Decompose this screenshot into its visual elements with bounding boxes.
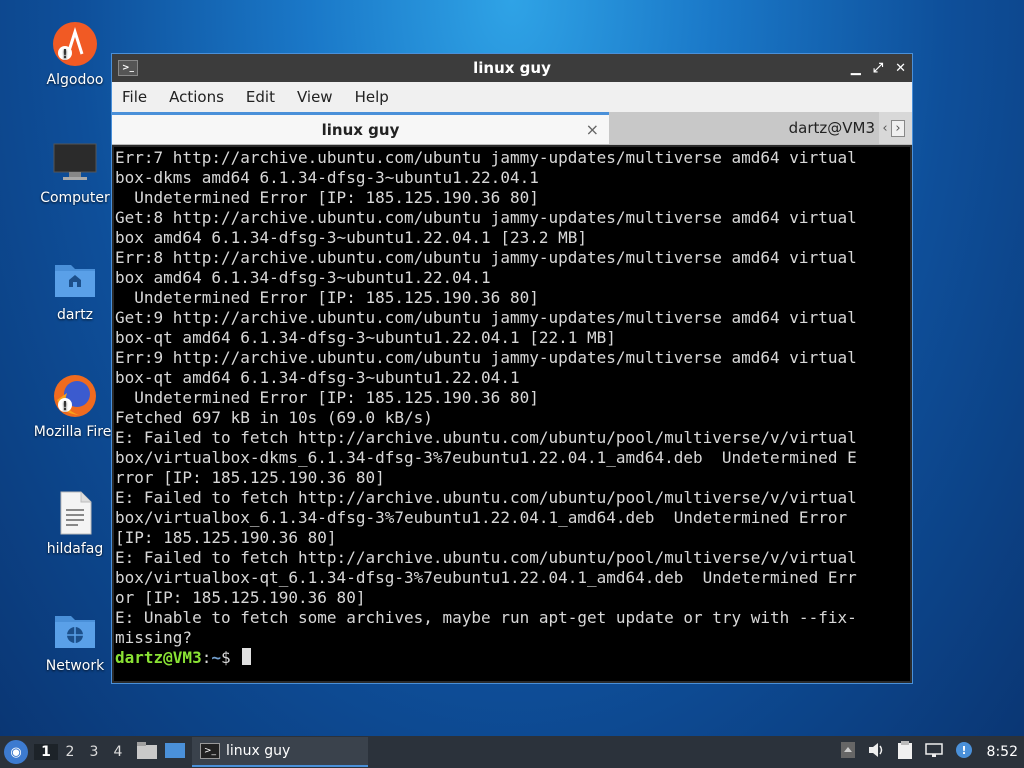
- terminal-line: missing?: [115, 628, 193, 647]
- terminal-line: box amd64 6.1.34-dfsg-3~ubuntu1.22.04.1 …: [115, 228, 588, 247]
- desktop-icon-label: Mozilla Firef: [33, 424, 117, 440]
- terminal-line: box/virtualbox-qt_6.1.34-dfsg-3%7eubuntu…: [115, 568, 857, 587]
- menu-edit[interactable]: Edit: [246, 88, 275, 106]
- terminal-prompt-line: dartz@VM3:~$: [115, 648, 910, 668]
- desktop-icon-label: dartz: [56, 307, 94, 323]
- tab-scroll-left-icon[interactable]: ‹: [879, 121, 891, 136]
- svg-text:!: !: [62, 399, 67, 413]
- menu-help[interactable]: Help: [355, 88, 389, 106]
- document-icon: [51, 489, 99, 537]
- menu-view[interactable]: View: [297, 88, 333, 106]
- file-manager-icon[interactable]: [136, 740, 158, 764]
- clock[interactable]: 8:52: [987, 744, 1018, 760]
- terminal-text: Err:7 http://archive.ubuntu.com/ubuntu j…: [115, 148, 910, 648]
- firefox-icon: !: [51, 372, 99, 420]
- desktop-icon-label: Algodoo: [46, 72, 104, 88]
- tab-scroll-right-icon[interactable]: ›: [891, 119, 905, 137]
- show-desktop-icon[interactable]: [164, 740, 186, 764]
- desktop-icon-label: Computer: [40, 190, 110, 206]
- volume-icon[interactable]: [867, 742, 885, 762]
- terminal-line: E: Failed to fetch http://archive.ubuntu…: [115, 488, 857, 507]
- menu-actions[interactable]: Actions: [169, 88, 224, 106]
- tray-up-arrow-icon[interactable]: [840, 742, 855, 762]
- window-titlebar[interactable]: >_ linux guy ▁ ⤢ ✕: [112, 54, 912, 82]
- desktop-icon-computer[interactable]: Computer: [25, 138, 125, 206]
- taskbar-item-linux-guy[interactable]: >_ linux guy: [192, 737, 368, 767]
- terminal-line: box/virtualbox_6.1.34-dfsg-3%7eubuntu1.2…: [115, 508, 848, 527]
- terminal-line: Get:9 http://archive.ubuntu.com/ubuntu j…: [115, 308, 857, 327]
- system-tray: ! 8:52: [840, 736, 1018, 768]
- svg-text:!: !: [961, 744, 966, 757]
- workspace-3[interactable]: 3: [82, 744, 106, 760]
- prompt-user: dartz@VM3: [115, 648, 202, 667]
- desktop-icon-label: hildafag: [46, 541, 104, 557]
- tab-bar: linux guy × dartz@VM3 ‹ ›: [112, 112, 912, 145]
- terminal-icon: >_: [200, 743, 220, 759]
- terminal-output[interactable]: Err:7 http://archive.ubuntu.com/ubuntu j…: [114, 147, 910, 681]
- prompt-symbol: $: [220, 648, 231, 667]
- terminal-line: [IP: 185.125.190.36 80]: [115, 528, 337, 547]
- desktop-icon-firefox[interactable]: ! Mozilla Firef: [25, 372, 125, 440]
- desktop-icon-label: Network: [45, 658, 105, 674]
- minimize-icon[interactable]: ▁: [851, 61, 861, 76]
- notification-icon[interactable]: !: [955, 741, 973, 763]
- tab-close-icon[interactable]: ×: [586, 120, 599, 139]
- terminal-line: Err:8 http://archive.ubuntu.com/ubuntu j…: [115, 248, 857, 267]
- start-menu-icon[interactable]: ◉: [4, 740, 28, 764]
- maximize-icon[interactable]: ⤢: [873, 61, 883, 76]
- algodoo-icon: !: [51, 20, 99, 68]
- terminal-line: box-dkms amd64 6.1.34-dfsg-3~ubuntu1.22.…: [115, 168, 539, 187]
- taskbar: ◉ 1 2 3 4 >_ linux guy ! 8:52: [0, 736, 1024, 768]
- menu-file[interactable]: File: [122, 88, 147, 106]
- prompt-path: ~: [211, 648, 221, 667]
- terminal-app-icon: >_: [118, 60, 138, 76]
- terminal-line: E: Failed to fetch http://archive.ubuntu…: [115, 548, 857, 567]
- terminal-line: Err:9 http://archive.ubuntu.com/ubuntu j…: [115, 348, 857, 367]
- workspace-1[interactable]: 1: [34, 744, 58, 760]
- workspace-2[interactable]: 2: [58, 744, 82, 760]
- terminal-line: Undetermined Error [IP: 185.125.190.36 8…: [134, 388, 539, 407]
- desktop-icon-algodoo[interactable]: ! Algodoo: [25, 20, 125, 88]
- terminal-line: or [IP: 185.125.190.36 80]: [115, 588, 366, 607]
- desktop-icon-hildafag[interactable]: hildafag: [25, 489, 125, 557]
- clipboard-icon[interactable]: [897, 741, 913, 763]
- tab-label: dartz@VM3: [788, 119, 875, 137]
- taskbar-item-label: linux guy: [226, 743, 291, 759]
- terminal-line: E: Unable to fetch some archives, maybe …: [115, 608, 857, 627]
- terminal-line: Err:7 http://archive.ubuntu.com/ubuntu j…: [115, 148, 857, 167]
- terminal-line: Get:8 http://archive.ubuntu.com/ubuntu j…: [115, 208, 857, 227]
- svg-text:!: !: [62, 47, 67, 61]
- menubar: File Actions Edit View Help: [112, 82, 912, 112]
- desktop-icon-network[interactable]: Network: [25, 606, 125, 674]
- terminal-line: box-qt amd64 6.1.34-dfsg-3~ubuntu1.22.04…: [115, 328, 616, 347]
- home-folder-icon: [51, 255, 99, 303]
- prompt-separator: :: [201, 648, 212, 667]
- network-icon[interactable]: [924, 742, 943, 762]
- terminal-line: E: Failed to fetch http://archive.ubuntu…: [115, 428, 857, 447]
- terminal-line: Fetched 697 kB in 10s (69.0 kB/s): [115, 408, 433, 427]
- terminal-line: rror [IP: 185.125.190.36 80]: [115, 468, 385, 487]
- tab-linux-guy[interactable]: linux guy ×: [112, 112, 609, 144]
- terminal-line: box/virtualbox-dkms_6.1.34-dfsg-3%7eubun…: [115, 448, 857, 467]
- terminal-line: box-qt amd64 6.1.34-dfsg-3~ubuntu1.22.04…: [115, 368, 520, 387]
- workspace-4[interactable]: 4: [106, 744, 130, 760]
- desktop-icon-dartz[interactable]: dartz: [25, 255, 125, 323]
- tab-label: linux guy: [321, 120, 400, 139]
- terminal-line: Undetermined Error [IP: 185.125.190.36 8…: [134, 288, 539, 307]
- terminal-line: box amd64 6.1.34-dfsg-3~ubuntu1.22.04.1: [115, 268, 491, 287]
- terminal-line: Undetermined Error [IP: 185.125.190.36 8…: [134, 188, 539, 207]
- network-folder-icon: [51, 606, 99, 654]
- computer-icon: [51, 138, 99, 186]
- close-icon[interactable]: ✕: [895, 61, 906, 76]
- text-cursor: [242, 648, 252, 665]
- tab-dartz-vm3[interactable]: dartz@VM3: [609, 112, 879, 144]
- window-title: linux guy: [473, 59, 551, 77]
- terminal-window: >_ linux guy ▁ ⤢ ✕ File Actions Edit Vie…: [111, 53, 913, 684]
